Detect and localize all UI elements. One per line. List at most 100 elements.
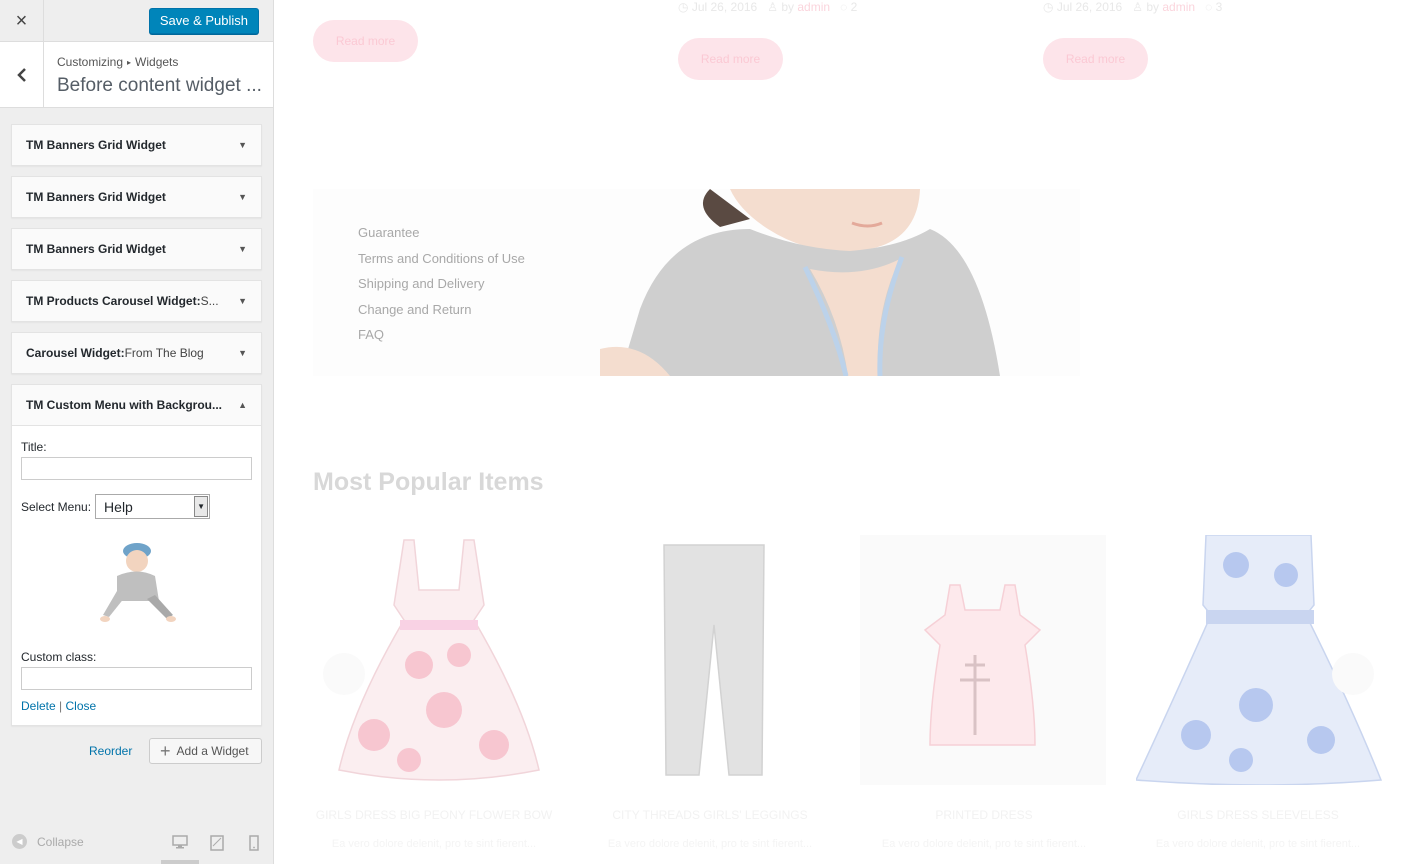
read-more-button[interactable]: Read more [1043,38,1148,80]
custom-class-label: Custom class: [21,650,97,664]
comment-icon: ◌ [840,0,848,14]
link-separator: | [59,699,63,713]
add-widget-label: Add a Widget [176,744,249,758]
collapse-button[interactable]: ◀ Collapse [12,834,84,849]
widget-title: TM Banners Grid Widget [26,242,166,256]
custom-menu-list: Guarantee Terms and Conditions of Use Sh… [358,220,525,348]
product-image[interactable] [860,535,1106,785]
menu-item[interactable]: FAQ [358,322,525,348]
add-widget-button[interactable]: + Add a Widget [149,738,262,764]
read-more-button[interactable]: Read more [678,38,783,80]
customizer-footer: ◀ Collapse [0,822,273,864]
product-description: Ea vero dolore delenit, pro te sint fier… [1155,838,1361,850]
caret-down-icon[interactable]: ▼ [238,244,247,254]
title-input[interactable] [21,457,252,480]
widget-title: TM Banners Grid Widget [26,190,166,204]
menu-item[interactable]: Shipping and Delivery [358,271,525,297]
breadcrumb-arrow-icon: ▸ [127,58,132,67]
popular-items-title: Most Popular Items [313,468,544,496]
post-by: by [781,0,795,14]
post-author[interactable]: admin [797,0,830,14]
desktop-preview-icon[interactable] [172,835,188,849]
widget-item[interactable]: TM Banners Grid Widget ▼ [11,124,262,166]
post-author[interactable]: admin [1162,0,1195,14]
caret-down-icon[interactable]: ▼ [238,192,247,202]
select-menu-dropdown[interactable]: Help ▼ [95,494,211,519]
caret-down-icon[interactable]: ▼ [238,140,247,150]
dropdown-arrow-icon: ▼ [194,496,209,517]
widget-form: Title: Select Menu: Help ▼ Custom class: [12,425,261,725]
widget-item[interactable]: TM Banners Grid Widget ▼ [11,228,262,270]
widget-item[interactable]: TM Products Carousel Widget: S... ▼ [11,280,262,322]
save-publish-button[interactable]: Save & Publish [148,8,259,34]
post-meta: ◷ Jul 26, 2016 ♙ by admin ◌ 2 [678,0,857,14]
widget-subtitle: From The Blog [124,346,204,360]
widget-item[interactable]: TM Banners Grid Widget ▼ [11,176,262,218]
section-header: Customizing ▸ Widgets Before content widge… [0,42,273,108]
product-name[interactable]: CITY THREADS GIRLS' LEGGINGS [580,808,840,822]
product-name[interactable]: GIRLS DRESS SLEEVELESS [1128,808,1388,822]
caret-down-icon[interactable]: ▼ [238,348,247,358]
widget-title: Carousel Widget: [26,346,125,360]
background-image-thumbnail[interactable] [87,531,187,631]
breadcrumb-root: Customizing [57,55,124,69]
back-button[interactable] [0,42,44,108]
customizer-topbar: × Save & Publish [0,0,273,42]
product-description: Ea vero dolore delenit, pro te sint fier… [881,838,1087,850]
widget-subtitle: S... [200,294,219,308]
close-icon: × [15,9,28,32]
caret-up-icon[interactable]: ▲ [238,400,247,410]
widget-item-expanded: TM Custom Menu with Backgrou... ▲ Title: … [11,384,262,726]
comment-count: 3 [1215,0,1223,14]
post-date: Jul 26, 2016 [691,0,758,14]
post-by: by [1146,0,1160,14]
menu-item[interactable]: Change and Return [358,297,525,323]
chevron-left-icon [16,68,26,82]
section-title: Before content widget ... [57,75,262,96]
widget-item[interactable]: Carousel Widget: From The Blog ▼ [11,332,262,374]
menu-item[interactable]: Terms and Conditions of Use [358,246,525,272]
title-label: Title: [21,440,47,454]
collapse-arrow-icon: ◀ [12,834,27,849]
custom-menu-banner: Guarantee Terms and Conditions of Use Sh… [313,189,1080,376]
breadcrumb: Customizing ▸ Widgets [57,55,178,69]
plus-icon: + [160,740,171,761]
menu-item[interactable]: Guarantee [358,220,525,246]
user-icon: ♙ [1132,0,1143,14]
product-name[interactable]: PRINTED DRESS [854,808,1114,822]
caret-down-icon[interactable]: ▼ [238,296,247,306]
tablet-preview-icon[interactable] [210,835,224,851]
mobile-preview-icon[interactable] [249,835,259,851]
close-customizer-button[interactable]: × [0,0,44,42]
read-more-button[interactable]: Read more [313,20,418,62]
user-icon: ♙ [767,0,778,14]
widget-title: TM Banners Grid Widget [26,138,166,152]
collapse-label: Collapse [37,834,84,849]
delete-link[interactable]: Delete [21,699,56,713]
select-menu-label: Select Menu: [21,499,92,514]
site-preview: Read more ◷ Jul 26, 2016 ♙ by admin ◌ 2 … [274,0,1419,864]
clock-icon: ◷ [678,0,689,14]
custom-class-input[interactable] [21,667,252,690]
post-date: Jul 26, 2016 [1056,0,1123,14]
comment-count: 2 [850,0,858,14]
widget-header[interactable]: TM Custom Menu with Backgrou... ▲ [12,385,261,425]
widget-title: TM Custom Menu with Backgrou... [26,398,223,412]
product-name[interactable]: GIRLS DRESS BIG PEONY FLOWER BOW [304,808,564,822]
reorder-link[interactable]: Reorder [89,744,132,758]
product-image[interactable] [324,535,554,785]
clock-icon: ◷ [1043,0,1054,14]
widget-title: TM Products Carousel Widget: [26,294,201,308]
active-device-indicator [161,860,199,864]
product-image[interactable] [654,535,774,785]
close-link[interactable]: Close [66,699,97,713]
product-description: Ea vero dolore delenit, pro te sint fier… [607,838,813,850]
post-meta: ◷ Jul 26, 2016 ♙ by admin ◌ 3 [1043,0,1222,14]
breadcrumb-leaf: Widgets [135,55,179,69]
baby-banner-image [600,189,1000,376]
customizer-sidebar: × Save & Publish Customizing ▸ Widgets Bef… [0,0,274,864]
select-menu-value: Help [104,498,133,515]
carousel-next-button[interactable] [1332,653,1374,695]
product-description: Ea vero dolore delenit, pro te sint fier… [331,838,537,850]
comment-icon: ◌ [1205,0,1213,14]
